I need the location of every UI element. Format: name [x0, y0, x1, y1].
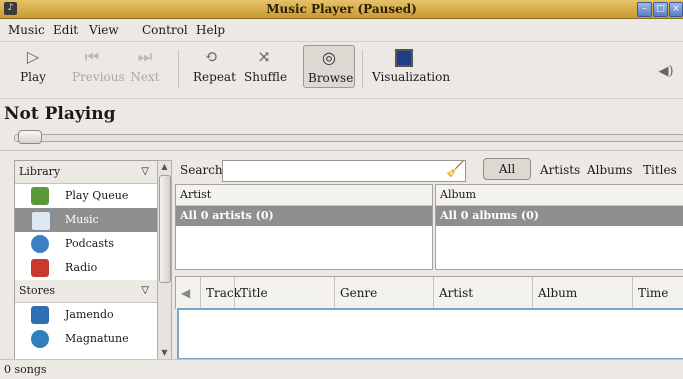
source-list: Library ▽ Play Queue Music Podcasts Radi… [14, 160, 158, 360]
disc-icon: ◎ [322, 48, 336, 67]
filter-artists[interactable]: Artists [540, 163, 580, 177]
visualization-icon [372, 47, 436, 67]
column-artist[interactable]: Artist [433, 277, 531, 309]
title-bar: ♪ Music Player (Paused) – □ × [0, 0, 683, 19]
sidebar-item-magnatune[interactable]: Magnatune [15, 327, 157, 351]
volume-icon[interactable]: ◀) [658, 62, 674, 85]
track-list[interactable] [177, 308, 683, 360]
scroll-down-icon[interactable]: ▼ [158, 347, 171, 359]
repeat-button[interactable]: ⟲ Repeat [193, 47, 236, 84]
menu-edit[interactable]: Edit [53, 23, 78, 37]
play-button[interactable]: ▷ Play [18, 47, 48, 84]
next-icon: ⏭ [137, 47, 153, 66]
browse-button[interactable]: ◎ Browse [303, 45, 355, 88]
column-genre[interactable]: Genre [334, 277, 432, 309]
column-time[interactable]: Time [632, 277, 683, 309]
music-library-icon [31, 211, 51, 231]
collapse-icon[interactable]: ▽ [141, 161, 149, 183]
toolbar-separator [362, 50, 363, 88]
menu-bar: Music Edit View Control Help [0, 19, 683, 42]
visualization-button[interactable]: Visualization [372, 47, 450, 84]
sidebar-item-radio[interactable]: Radio [15, 256, 157, 280]
sidebar-scrollbar[interactable]: ▲ ▼ [157, 160, 172, 360]
artist-column-header[interactable]: Artist [176, 185, 432, 206]
shuffle-button[interactable]: ⤨ Shuffle [244, 47, 287, 84]
toolbar: ▷ Play ⏮ Previous ⏭ Next ⟲ Repeat ⤨ Shuf… [0, 42, 683, 99]
filter-titles[interactable]: Titles [643, 163, 677, 177]
play-icon: ▷ [26, 47, 40, 66]
album-pane: Album All 0 albums (0) [435, 184, 683, 270]
divider [0, 150, 683, 151]
column-album[interactable]: Album [532, 277, 634, 309]
filter-albums[interactable]: Albums [587, 163, 632, 177]
collapse-icon[interactable]: ▽ [141, 280, 149, 302]
track-list-header: ◀ Track Title Genre Artist Album Time [175, 276, 683, 309]
shuffle-icon: ⤨ [257, 47, 271, 66]
sidebar-item-music[interactable]: Music [15, 208, 157, 232]
playing-column-icon[interactable]: ◀ [176, 277, 199, 309]
artist-pane: Artist All 0 artists (0) [175, 184, 433, 270]
all-artists-row[interactable]: All 0 artists (0) [176, 206, 432, 226]
song-count: 0 songs [4, 363, 47, 376]
sidebar-item-podcasts[interactable]: Podcasts [15, 232, 157, 256]
jamendo-icon [31, 306, 49, 324]
status-bar: 0 songs [0, 359, 683, 379]
library-category[interactable]: Library ▽ [15, 161, 157, 184]
seek-bar[interactable] [14, 134, 683, 142]
magnatune-icon [31, 330, 49, 348]
stores-category[interactable]: Stores ▽ [15, 280, 157, 303]
next-button[interactable]: ⏭ Next [130, 47, 160, 84]
column-title[interactable]: Title [234, 277, 335, 309]
maximize-icon[interactable]: □ [653, 2, 668, 17]
toolbar-separator [178, 50, 179, 88]
album-column-header[interactable]: Album [436, 185, 683, 206]
sidebar-item-jamendo[interactable]: Jamendo [15, 303, 157, 327]
menu-view[interactable]: View [89, 23, 119, 37]
all-albums-row[interactable]: All 0 albums (0) [436, 206, 683, 226]
scrollbar-thumb[interactable] [159, 175, 171, 283]
search-label: Search: [180, 163, 227, 177]
filter-all[interactable]: All [483, 158, 531, 180]
minimize-icon[interactable]: – [637, 2, 652, 17]
close-icon[interactable]: × [669, 2, 683, 17]
repeat-icon: ⟲ [204, 47, 218, 66]
menu-music[interactable]: Music [8, 23, 45, 37]
radio-icon [31, 259, 49, 277]
seek-handle[interactable] [18, 130, 42, 144]
podcasts-icon [31, 235, 49, 253]
sidebar-item-play-queue[interactable]: Play Queue [15, 184, 157, 208]
play-queue-icon [31, 187, 49, 205]
scroll-up-icon[interactable]: ▲ [158, 161, 171, 173]
window-title: Music Player (Paused) [266, 2, 417, 16]
menu-help[interactable]: Help [196, 23, 225, 37]
menu-control[interactable]: Control [142, 23, 188, 37]
previous-icon: ⏮ [84, 47, 100, 66]
previous-button[interactable]: ⏮ Previous [72, 47, 125, 84]
search-input[interactable] [222, 160, 466, 182]
clear-search-icon[interactable]: 🧹 [446, 160, 465, 178]
now-playing-label: Not Playing [4, 104, 116, 124]
column-track[interactable]: Track [200, 277, 241, 309]
